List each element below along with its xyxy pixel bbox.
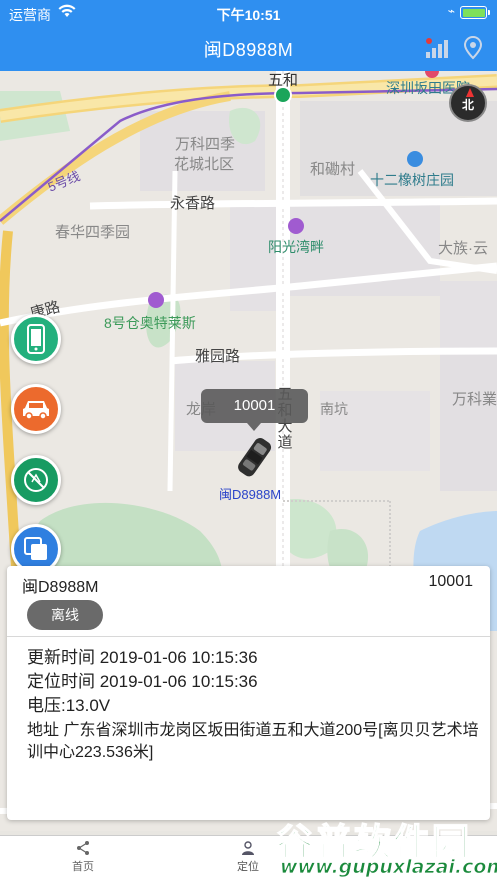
top-bar: 运营商 下午10:51 ⌁ 闽D8988M [0,0,497,71]
signal-strength-icon[interactable] [425,37,449,59]
compass-north-label: 北 [461,98,474,112]
map-label-outlets: 8号仓奥特莱斯 [104,315,196,331]
map-label-yayuan-road: 雅园路 [195,348,241,365]
status-bar: 运营商 下午10:51 ⌁ [0,0,497,26]
phone-view-button[interactable] [11,314,61,364]
map-label-vanke-1: 万科四季 [175,136,236,153]
watermark: 谷普软件园 www.gupuxlazai.com [270,812,497,883]
tab-home[interactable]: 首页 [43,840,123,874]
watermark-url: www.gupuxlazai.com [280,856,497,879]
map-label-sunshine-bay: 阳光湾畔 [268,239,324,255]
map-label-vanke-right: 万科業 [452,391,497,408]
map-label-twelve-oaks: 十二橡树庄园 [370,172,454,188]
vehicle-tooltip[interactable]: 10001 [201,389,308,431]
car-icon [23,401,49,420]
update-time: 更新时间 2019-01-06 10:15:36 [27,648,258,667]
nav-bar: 闽D8988M [0,26,497,71]
card-divider [7,636,490,637]
card-plate: 闽D8988M [22,579,99,596]
vehicle-car-icon[interactable] [232,433,276,483]
person-pin-icon [242,841,254,855]
status-time: 下午10:51 [216,7,281,23]
compass-icon[interactable]: 北 [449,84,487,122]
map-label-dazu: 大族·云 [438,240,488,257]
tab-home-label: 首页 [72,861,94,873]
layers-icon [24,537,47,560]
map-label-vanke-2: 花城北区 [174,156,235,173]
card-device-id: 10001 [428,573,474,590]
battery-icon [460,6,490,19]
page-title: 闽D8988M [203,40,294,60]
map-label-wuhe: 五和 [268,72,299,89]
map-label-yongxiang-road: 永香路 [170,195,216,212]
vehicle-info-card: 闽D8988M 10001 离线 更新时间 2019-01-06 10:15:3… [7,566,490,820]
map-label-nankeng: 南坑 [320,401,348,417]
tab-locate-label: 定位 [237,861,259,873]
vehicle-plate-label: 闽D8988M [219,487,282,502]
location-pin-icon[interactable] [463,36,483,60]
map-label-chunhua: 春华四季园 [55,224,131,241]
voltage: 电压:13.0V [27,696,111,715]
battery-level [462,8,485,17]
phone-icon [27,324,45,354]
locate-time: 定位时间 2019-01-06 10:15:36 [27,672,258,691]
address: 地址 广东省深圳市龙岗区坂田街道五和大道200号[离贝贝艺术培训中心223.53… [27,722,479,761]
ban-icon [24,468,48,492]
offline-status-button[interactable]: 离线 [27,600,103,630]
car-view-button[interactable] [11,384,61,434]
map-label-hexi-village: 和磡村 [310,161,356,178]
share-icon [77,841,89,855]
disable-tracking-button[interactable] [11,455,61,505]
charging-icon: ⌁ [447,4,455,18]
